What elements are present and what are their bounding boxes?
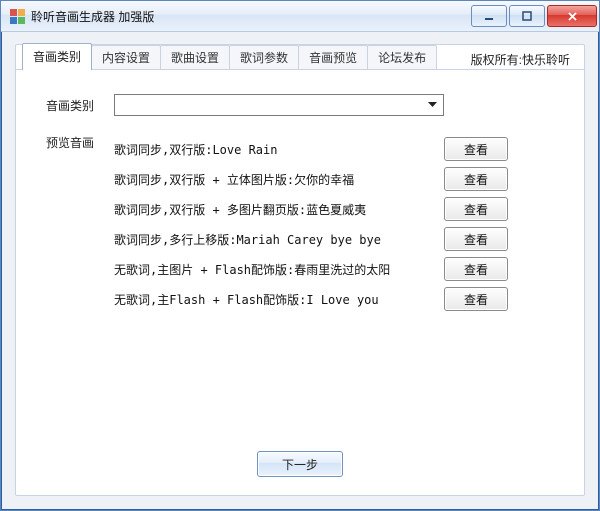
tab-forum[interactable]: 论坛发布 <box>367 45 437 70</box>
titlebar[interactable]: 聆听音画生成器 加强版 <box>1 1 599 32</box>
tab-song[interactable]: 歌曲设置 <box>160 45 230 70</box>
list-item: 歌词同步,双行版 + 多图片翻页版:蓝色夏威夷 查看 <box>114 194 566 224</box>
list-item-text: 歌词同步,双行版 + 立体图片版:欠你的幸福 <box>114 171 444 188</box>
preview-list: 歌词同步,双行版:Love Rain 查看 歌词同步,双行版 + 立体图片版:欠… <box>114 134 566 314</box>
app-icon <box>9 8 25 24</box>
category-row: 音画类别 <box>46 94 566 116</box>
close-icon <box>567 11 578 22</box>
preview-area: 预览音画 歌词同步,双行版:Love Rain 查看 歌词同步,双行版 + 立体… <box>46 134 566 314</box>
list-item: 歌词同步,双行版 + 立体图片版:欠你的幸福 查看 <box>114 164 566 194</box>
view-button[interactable]: 查看 <box>444 287 508 311</box>
view-button[interactable]: 查看 <box>444 167 508 191</box>
list-item: 无歌词,主图片 + Flash配饰版:春雨里洗过的太阳 查看 <box>114 254 566 284</box>
tab-preview[interactable]: 音画预览 <box>298 45 368 70</box>
chevron-down-icon <box>424 97 441 113</box>
preview-label: 预览音画 <box>46 134 114 314</box>
close-button[interactable] <box>547 5 597 27</box>
main-panel: 音画类别 内容设置 歌曲设置 歌词参数 音画预览 论坛发布 版权所有:快乐聆听 … <box>15 44 585 496</box>
category-combobox[interactable] <box>114 94 444 116</box>
view-button[interactable]: 查看 <box>444 227 508 251</box>
next-button[interactable]: 下一步 <box>257 451 343 477</box>
tab-content[interactable]: 内容设置 <box>91 45 161 70</box>
tab-body: 音画类别 预览音画 歌词同步,双行版:Love Rain 查看 <box>16 69 584 493</box>
app-window: 聆听音画生成器 加强版 音画类别 内容设置 歌曲设置 歌词参数 音画预览 论坛发… <box>0 0 600 511</box>
client-area: 音画类别 内容设置 歌曲设置 歌词参数 音画预览 论坛发布 版权所有:快乐聆听 … <box>1 32 599 510</box>
view-button[interactable]: 查看 <box>444 197 508 221</box>
maximize-icon <box>522 11 532 21</box>
list-item-text: 歌词同步,多行上移版:Mariah Carey bye bye <box>114 231 444 248</box>
window-title: 聆听音画生成器 加强版 <box>31 8 154 25</box>
list-item-text: 歌词同步,双行版:Love Rain <box>114 141 444 158</box>
list-item-text: 无歌词,主Flash + Flash配饰版:I Love you <box>114 291 444 308</box>
view-button[interactable]: 查看 <box>444 257 508 281</box>
footer: 下一步 <box>16 451 584 477</box>
copyright-text: 版权所有:快乐聆听 <box>471 51 570 68</box>
minimize-button[interactable] <box>471 5 507 27</box>
window-controls <box>471 5 597 27</box>
list-item-text: 歌词同步,双行版 + 多图片翻页版:蓝色夏威夷 <box>114 201 444 218</box>
tab-category[interactable]: 音画类别 <box>22 43 92 70</box>
tab-lyrics[interactable]: 歌词参数 <box>229 45 299 70</box>
list-item-text: 无歌词,主图片 + Flash配饰版:春雨里洗过的太阳 <box>114 261 444 278</box>
list-item: 歌词同步,双行版:Love Rain 查看 <box>114 134 566 164</box>
maximize-button[interactable] <box>509 5 545 27</box>
category-label: 音画类别 <box>46 97 114 114</box>
list-item: 歌词同步,多行上移版:Mariah Carey bye bye 查看 <box>114 224 566 254</box>
view-button[interactable]: 查看 <box>444 137 508 161</box>
minimize-icon <box>484 11 494 21</box>
list-item: 无歌词,主Flash + Flash配饰版:I Love you 查看 <box>114 284 566 314</box>
